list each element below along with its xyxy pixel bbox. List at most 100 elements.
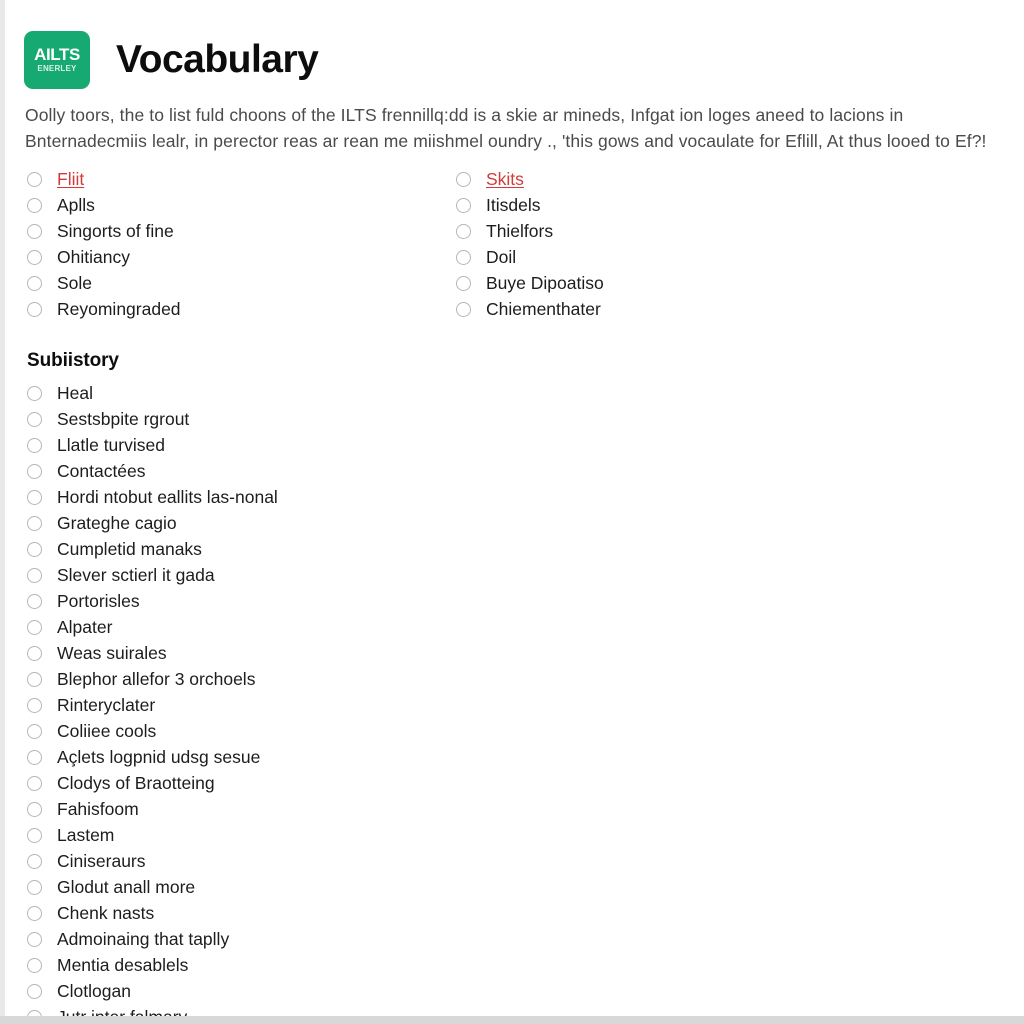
option-row[interactable]: Chiementhater — [456, 296, 876, 322]
option-row[interactable]: Weas suirales — [27, 640, 527, 666]
option-row[interactable]: Clodys of Braotteing — [27, 770, 527, 796]
option-label: Sestsbpite rgrout — [57, 409, 190, 429]
radio-button-icon[interactable] — [27, 671, 42, 687]
option-row[interactable]: Itisdels — [456, 192, 876, 218]
radio-button-icon[interactable] — [456, 223, 471, 239]
radio-button-icon[interactable] — [27, 385, 42, 401]
option-row[interactable]: Cumpletid manaks — [27, 536, 527, 562]
option-row[interactable]: Reyomingraded — [27, 296, 447, 322]
option-label: Sole — [57, 273, 93, 293]
radio-button-icon[interactable] — [456, 197, 471, 213]
brand-logo: AILTS ENERLEY — [24, 31, 90, 90]
option-label: Clotlogan — [57, 981, 131, 1001]
option-row[interactable]: Coliiee cools — [27, 718, 527, 744]
option-label: Thielfors — [486, 221, 554, 241]
radio-button-icon[interactable] — [27, 463, 42, 479]
option-row[interactable]: Thielfors — [456, 218, 876, 244]
radio-button-icon[interactable] — [456, 275, 471, 291]
radio-button-icon[interactable] — [27, 723, 42, 739]
option-label: Reyomingraded — [57, 299, 181, 319]
radio-button-icon[interactable] — [27, 171, 42, 187]
radio-button-icon[interactable] — [27, 879, 42, 895]
option-row[interactable]: Portorisles — [27, 588, 527, 614]
option-link-label[interactable]: Skits — [486, 169, 524, 189]
option-row[interactable]: Skits — [456, 166, 876, 192]
radio-button-icon[interactable] — [27, 515, 42, 531]
radio-button-icon[interactable] — [27, 775, 42, 791]
option-row[interactable]: Mentia desablels — [27, 952, 527, 978]
option-label: Coliiee cools — [57, 721, 157, 741]
option-row[interactable]: Buye Dipoatiso — [456, 270, 876, 296]
option-row[interactable]: Fliit — [27, 166, 447, 192]
option-row[interactable]: Contactées — [27, 458, 527, 484]
option-row[interactable]: Llatle turvised — [27, 432, 527, 458]
options-column-right: Skits Itisdels Thielfors Doil Buye Dipoatiso… — [456, 166, 876, 322]
option-label: Heal — [57, 383, 93, 403]
option-row[interactable]: Blephor allefor 3 orchoels — [27, 666, 527, 692]
option-label: Cumpletid manaks — [57, 539, 202, 559]
brand-logo-line2: ENERLEY — [37, 63, 77, 73]
radio-button-icon[interactable] — [27, 541, 42, 557]
option-row[interactable]: Chenk nasts — [27, 900, 527, 926]
radio-button-icon[interactable] — [27, 853, 42, 869]
option-row[interactable]: Ciniseraurs — [27, 848, 527, 874]
option-link-label[interactable]: Fliit — [57, 169, 84, 189]
option-row[interactable]: Slever sctierl it gada — [27, 562, 527, 588]
option-label: Fahisfoom — [57, 799, 139, 819]
radio-button-icon[interactable] — [27, 827, 42, 843]
radio-button-icon[interactable] — [27, 437, 42, 453]
option-label: Mentia desablels — [57, 955, 189, 975]
option-row[interactable]: Alpater — [27, 614, 527, 640]
option-row[interactable]: Heal — [27, 380, 527, 406]
radio-button-icon[interactable] — [27, 223, 42, 239]
radio-button-icon[interactable] — [27, 411, 42, 427]
radio-button-icon[interactable] — [27, 931, 42, 947]
radio-button-icon[interactable] — [27, 301, 42, 317]
radio-button-icon[interactable] — [27, 567, 42, 583]
radio-button-icon[interactable] — [27, 905, 42, 921]
option-row[interactable]: Açlets logpnid udsg sesue — [27, 744, 527, 770]
option-row[interactable]: Clotlogan — [27, 978, 527, 1004]
option-row[interactable]: Rinteryclater — [27, 692, 527, 718]
radio-button-icon[interactable] — [27, 275, 42, 291]
page-title: Vocabulary — [116, 38, 319, 82]
option-label: Portorisles — [57, 591, 140, 611]
section-option-list: Heal Sestsbpite rgrout Llatle turvised Cont… — [27, 380, 527, 1018]
option-row[interactable]: Singorts of fine — [27, 218, 447, 244]
option-label: Blephor allefor 3 orchoels — [57, 669, 256, 689]
radio-button-icon[interactable] — [27, 249, 42, 265]
radio-button-icon[interactable] — [456, 171, 471, 187]
option-row[interactable]: Doil — [456, 244, 876, 270]
option-label: Ohitiancy — [57, 247, 130, 267]
radio-button-icon[interactable] — [27, 749, 42, 765]
radio-button-icon[interactable] — [27, 801, 42, 817]
section-title: Subiistory — [27, 350, 119, 371]
option-label: Slever sctierl it gada — [57, 565, 215, 585]
option-row[interactable]: Glodut anall more — [27, 874, 527, 900]
radio-button-icon[interactable] — [456, 249, 471, 265]
radio-button-icon[interactable] — [27, 619, 42, 635]
option-row[interactable]: Sestsbpite rgrout — [27, 406, 527, 432]
radio-button-icon[interactable] — [27, 983, 42, 999]
option-row[interactable]: Ohitiancy — [27, 244, 447, 270]
option-label: Clodys of Braotteing — [57, 773, 215, 793]
option-row[interactable]: Hordi ntobut eallits las-nonal — [27, 484, 527, 510]
option-row[interactable]: Sole — [27, 270, 447, 296]
radio-button-icon[interactable] — [456, 301, 471, 317]
option-row[interactable]: Aplls — [27, 192, 447, 218]
option-label: Alpater — [57, 617, 113, 637]
option-label: Chenk nasts — [57, 903, 155, 923]
radio-button-icon[interactable] — [27, 645, 42, 661]
radio-button-icon[interactable] — [27, 197, 42, 213]
radio-button-icon[interactable] — [27, 593, 42, 609]
option-row[interactable]: Admoinaing that taplly — [27, 926, 527, 952]
options-column-left: Fliit Aplls Singorts of fine Ohitiancy Sole R… — [27, 166, 447, 322]
option-row[interactable]: Grateghe cagio — [27, 510, 527, 536]
radio-button-icon[interactable] — [27, 489, 42, 505]
radio-button-icon[interactable] — [27, 957, 42, 973]
page-header: AILTS ENERLEY Vocabulary — [24, 12, 319, 108]
option-row[interactable]: Fahisfoom — [27, 796, 527, 822]
option-row[interactable]: Lastem — [27, 822, 527, 848]
option-label: Contactées — [57, 461, 146, 481]
radio-button-icon[interactable] — [27, 697, 42, 713]
